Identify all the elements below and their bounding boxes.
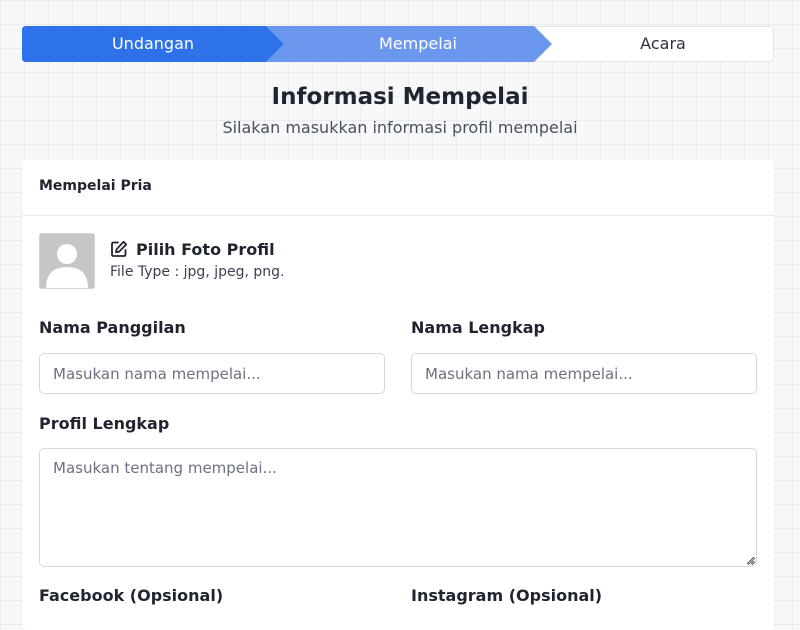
card-header: Mempelai Pria <box>22 160 774 216</box>
page-subtitle: Silakan masukkan informasi profil mempel… <box>222 118 578 137</box>
nickname-input[interactable] <box>39 353 385 394</box>
profile-textarea[interactable] <box>39 448 757 567</box>
groom-card: Mempelai Pria Pilih Foto Profil File Typ… <box>22 160 774 630</box>
avatar[interactable] <box>39 233 95 289</box>
facebook-label: Facebook (Opsional) <box>39 586 224 605</box>
step-mempelai[interactable]: Mempelai <box>284 26 552 62</box>
choose-photo-button[interactable]: Pilih Foto Profil <box>110 238 275 260</box>
choose-photo-label: Pilih Foto Profil <box>136 239 275 259</box>
resize-grip-icon[interactable] <box>746 556 755 565</box>
file-type-hint: File Type : jpg, jpeg, png. <box>110 264 285 280</box>
user-placeholder-icon <box>40 234 94 288</box>
nickname-label: Nama Panggilan <box>39 318 186 337</box>
instagram-label: Instagram (Opsional) <box>411 586 603 605</box>
step-undangan[interactable]: Undangan <box>22 26 284 62</box>
progress-stepper: Undangan Mempelai Acara <box>22 26 774 62</box>
card-title: Mempelai Pria <box>39 178 152 194</box>
fullname-input[interactable] <box>411 353 757 394</box>
step-acara[interactable]: Acara <box>552 26 774 62</box>
page-title: Informasi Mempelai <box>271 84 529 110</box>
fullname-label: Nama Lengkap <box>411 318 546 337</box>
profile-label: Profil Lengkap <box>39 414 170 433</box>
edit-icon <box>111 240 128 257</box>
